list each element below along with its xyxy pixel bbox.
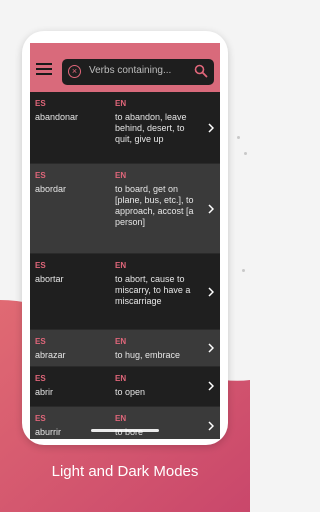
en-label: EN bbox=[115, 414, 127, 423]
es-label: ES bbox=[35, 374, 46, 383]
list-item[interactable]: ES EN abordar to board, get on [plane, b… bbox=[30, 164, 220, 254]
chevron-right-icon[interactable] bbox=[208, 287, 214, 297]
spanish-verb: abandonar bbox=[35, 112, 79, 122]
list-item[interactable]: ES EN abrir to open bbox=[30, 367, 220, 407]
spanish-verb: abortar bbox=[35, 274, 64, 284]
english-definition: to abort, cause to miscarry, to have a m… bbox=[115, 274, 191, 306]
english-definition: to board, get on [plane, bus, etc.], to … bbox=[115, 184, 194, 227]
en-label: EN bbox=[115, 374, 127, 383]
decor-dot bbox=[244, 152, 247, 155]
caption: Light and Dark Modes bbox=[51, 463, 199, 480]
english-definition: to hug, embrace bbox=[115, 350, 181, 360]
app-bar: × Verbs containing... bbox=[30, 43, 220, 92]
menu-icon[interactable] bbox=[36, 63, 52, 75]
search-input[interactable]: × Verbs containing... bbox=[62, 59, 214, 85]
phone-frame: × Verbs containing... ES EN abandonar to… bbox=[22, 31, 228, 445]
search-placeholder: Verbs containing... bbox=[89, 65, 172, 76]
list-item[interactable]: ES EN aburrir to bore bbox=[30, 407, 220, 439]
spanish-verb: abordar bbox=[35, 184, 67, 194]
en-label: EN bbox=[115, 99, 127, 108]
en-label: EN bbox=[115, 171, 127, 180]
es-label: ES bbox=[35, 99, 46, 108]
clear-icon[interactable]: × bbox=[68, 65, 81, 78]
search-icon[interactable] bbox=[194, 64, 208, 78]
decor-dot bbox=[242, 269, 245, 272]
english-definition: to abandon, leave behind, desert, to qui… bbox=[115, 112, 187, 144]
app-screen: × Verbs containing... ES EN abandonar to… bbox=[30, 43, 220, 439]
english-definition: to open bbox=[115, 387, 146, 397]
es-label: ES bbox=[35, 414, 46, 423]
en-label: EN bbox=[115, 261, 127, 270]
list-item[interactable]: ES EN abandonar to abandon, leave behind… bbox=[30, 92, 220, 164]
chevron-right-icon[interactable] bbox=[208, 123, 214, 133]
es-label: ES bbox=[35, 337, 46, 346]
home-indicator[interactable] bbox=[91, 429, 159, 432]
spanish-verb: abrazar bbox=[35, 350, 66, 360]
chevron-right-icon[interactable] bbox=[208, 204, 214, 214]
chevron-right-icon[interactable] bbox=[208, 343, 214, 353]
verb-list: ES EN abandonar to abandon, leave behind… bbox=[30, 92, 220, 439]
chevron-right-icon[interactable] bbox=[208, 421, 214, 431]
decor-dot bbox=[237, 136, 240, 139]
list-item[interactable]: ES EN abrazar to hug, embrace bbox=[30, 330, 220, 367]
spanish-verb: abrir bbox=[35, 387, 54, 397]
chevron-right-icon[interactable] bbox=[208, 381, 214, 391]
spanish-verb: aburrir bbox=[35, 427, 62, 437]
es-label: ES bbox=[35, 171, 46, 180]
es-label: ES bbox=[35, 261, 46, 270]
list-item[interactable]: ES EN abortar to abort, cause to miscarr… bbox=[30, 254, 220, 330]
en-label: EN bbox=[115, 337, 127, 346]
